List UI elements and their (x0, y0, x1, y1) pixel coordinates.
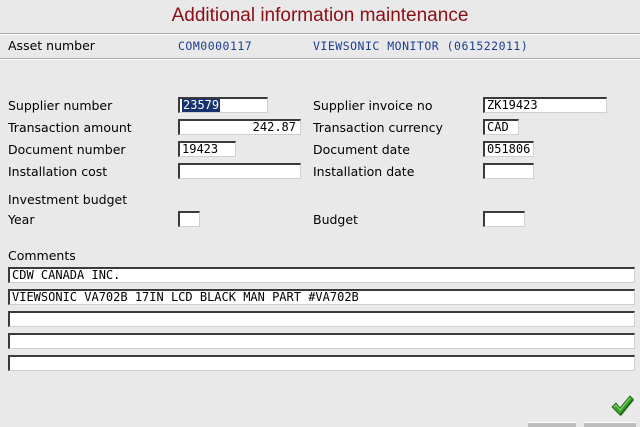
transaction-currency-label: Transaction currency (313, 120, 443, 135)
year-field[interactable] (178, 211, 200, 227)
document-number-label: Document number (8, 142, 126, 157)
comment-line-4[interactable] (8, 333, 635, 349)
transaction-amount-label: Transaction amount (8, 120, 132, 135)
asset-number-label: Asset number (8, 38, 95, 53)
installation-cost-field[interactable] (178, 163, 301, 179)
document-number-field[interactable]: 19423 (178, 141, 236, 157)
transaction-amount-field[interactable]: 242.87 (178, 119, 301, 135)
budget-field[interactable] (483, 211, 525, 227)
comment-line-1[interactable]: CDW CANADA INC. (8, 267, 635, 283)
supplier-number-value: 23579 (182, 98, 221, 112)
year-label: Year (8, 212, 35, 227)
document-date-label: Document date (313, 142, 410, 157)
transaction-currency-field[interactable]: CAD (483, 119, 519, 135)
supplier-invoice-label: Supplier invoice no (313, 98, 433, 113)
comment-line-5[interactable] (8, 355, 635, 371)
comment-line-3[interactable] (8, 311, 635, 327)
asset-description: VIEWSONIC MONITOR (061522011) (313, 39, 529, 53)
bottom-tab-2 (584, 422, 636, 427)
bottom-bar (520, 422, 640, 427)
title-divider (0, 33, 640, 35)
window-title: Additional information maintenance (171, 5, 469, 26)
installation-cost-label: Installation cost (8, 164, 108, 179)
document-date-field[interactable]: 051806 (483, 141, 534, 157)
checkmark-icon (611, 395, 634, 416)
supplier-number-label: Supplier number (8, 98, 113, 113)
supplier-invoice-field[interactable]: ZK19423 (483, 97, 607, 113)
supplier-number-field[interactable]: 23579 (178, 97, 268, 113)
comments-label: Comments (8, 248, 76, 263)
investment-budget-heading: Investment budget (8, 192, 128, 207)
installation-date-field[interactable] (483, 163, 534, 179)
comment-line-2[interactable]: VIEWSONIC VA702B 17IN LCD BLACK MAN PART… (8, 289, 635, 305)
asset-divider (0, 58, 640, 60)
confirm-button[interactable] (610, 394, 634, 418)
budget-label: Budget (313, 212, 358, 227)
installation-date-label: Installation date (313, 164, 415, 179)
bottom-tab-1 (528, 422, 576, 427)
asset-number-value: COM0000117 (178, 39, 253, 53)
